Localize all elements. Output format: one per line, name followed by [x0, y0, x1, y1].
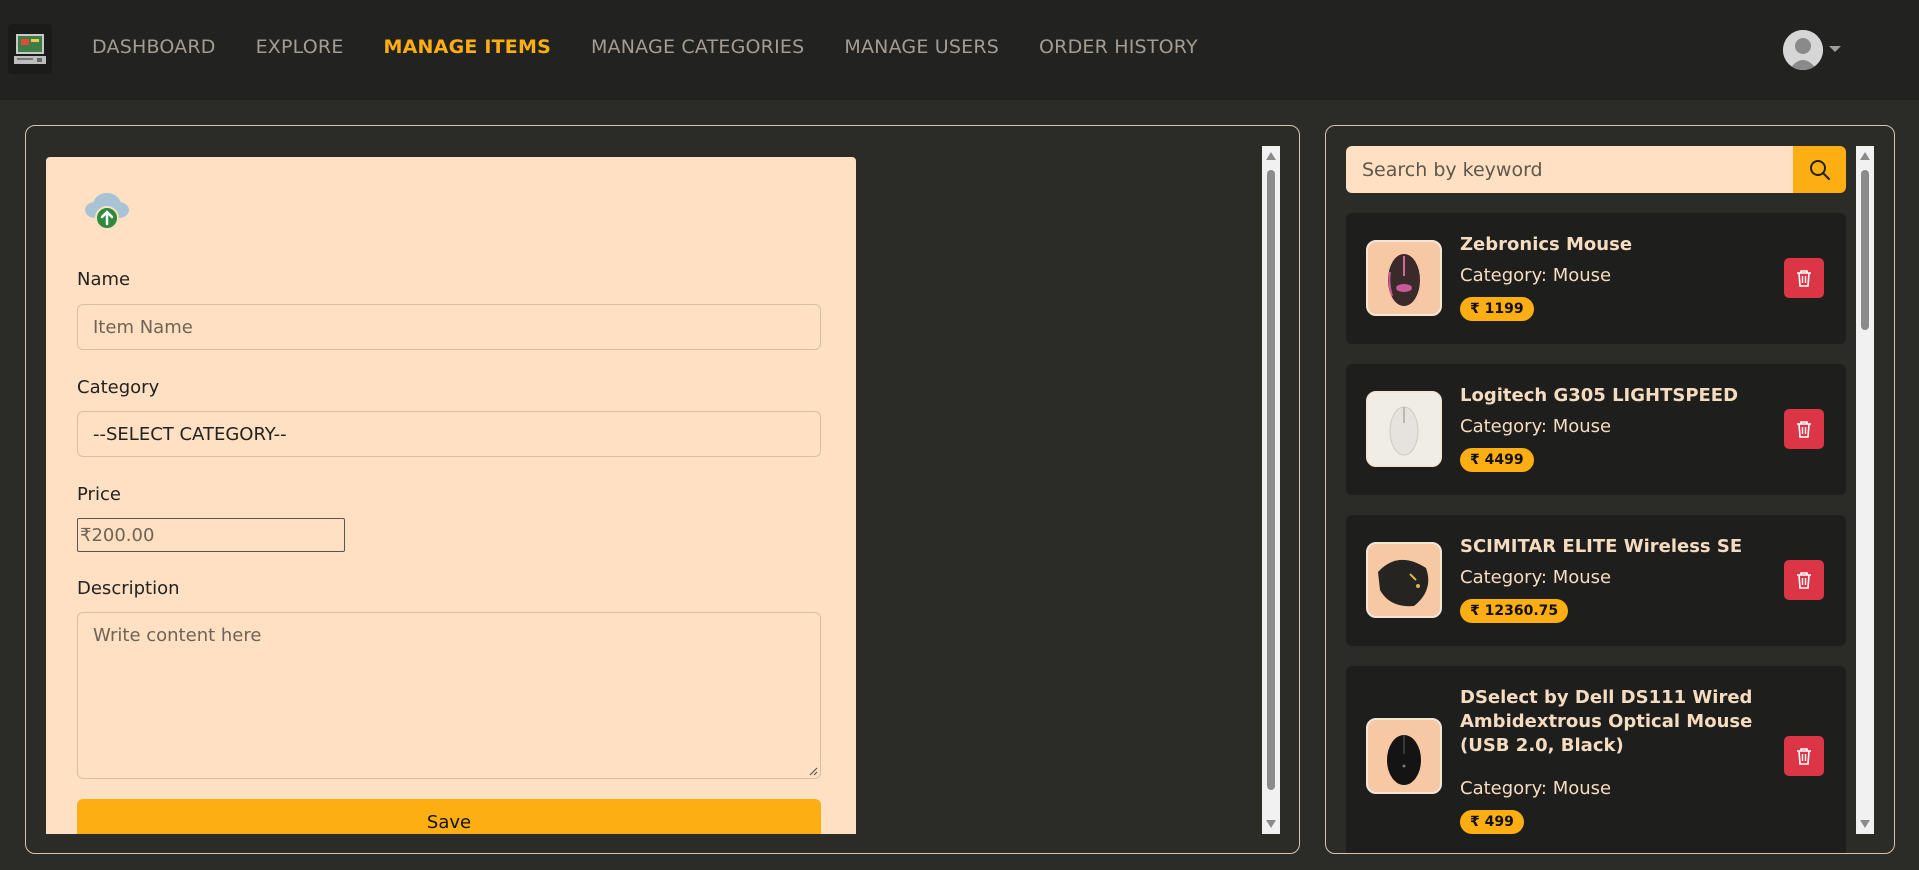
search-icon — [1809, 159, 1830, 180]
category-select[interactable]: --SELECT CATEGORY-- — [77, 411, 821, 457]
item-card[interactable]: SCIMITAR ELITE Wireless SE Category: Mou… — [1346, 515, 1846, 646]
item-thumbnail — [1366, 391, 1442, 467]
item-thumbnail — [1366, 542, 1442, 618]
save-button[interactable]: Save — [77, 799, 821, 834]
form-scrollbar[interactable] — [1262, 146, 1280, 834]
item-card[interactable]: Logitech G305 LIGHTSPEED Category: Mouse… — [1346, 364, 1846, 495]
resize-grip-icon[interactable] — [808, 766, 818, 776]
scrollbar-thumb[interactable] — [1861, 170, 1869, 330]
nav-manage-categories[interactable]: MANAGE CATEGORIES — [591, 36, 804, 58]
scroll-down-arrow-icon[interactable] — [1266, 820, 1276, 828]
item-name: Logitech G305 LIGHTSPEED — [1460, 385, 1739, 406]
item-price-badge: ₹ 499 — [1460, 810, 1524, 834]
navbar: DASHBOARD EXPLORE MANAGE ITEMS MANAGE CA… — [0, 0, 1919, 100]
trash-icon — [1797, 748, 1811, 765]
nav-manage-users[interactable]: MANAGE USERS — [844, 36, 999, 58]
delete-item-button[interactable] — [1784, 409, 1824, 449]
item-thumbnail — [1366, 718, 1442, 794]
user-avatar[interactable] — [1783, 30, 1823, 70]
avatar-dropdown-caret-icon[interactable] — [1829, 46, 1841, 52]
items-list-panel: Zebronics Mouse Category: Mouse ₹ 1199 L… — [1325, 125, 1895, 854]
cloud-upload-icon[interactable] — [82, 185, 132, 231]
scroll-up-arrow-icon[interactable] — [1266, 152, 1276, 160]
computer-logo-icon[interactable] — [8, 24, 52, 74]
mouse-image-icon — [1389, 406, 1419, 456]
item-thumbnail — [1366, 240, 1442, 316]
main-nav: DASHBOARD EXPLORE MANAGE ITEMS MANAGE CA… — [92, 36, 1198, 58]
item-category: Category: Mouse — [1460, 567, 1612, 588]
delete-item-button[interactable] — [1784, 736, 1824, 776]
nav-explore[interactable]: EXPLORE — [256, 36, 344, 58]
mouse-image-icon — [1388, 254, 1420, 306]
item-price-badge: ₹ 1199 — [1460, 297, 1534, 321]
price-input[interactable] — [77, 518, 345, 552]
description-textarea[interactable] — [77, 612, 821, 779]
item-name: SCIMITAR ELITE Wireless SE — [1460, 536, 1743, 557]
description-label: Description — [77, 578, 180, 599]
item-name: DSelect by Dell DS111 Wired Ambidextrous… — [1460, 687, 1753, 756]
item-price-badge: ₹ 12360.75 — [1460, 599, 1569, 623]
mouse-image-icon — [1378, 559, 1429, 607]
scroll-down-arrow-icon[interactable] — [1860, 820, 1870, 828]
scrollbar-thumb[interactable] — [1267, 170, 1275, 790]
category-label: Category — [77, 377, 160, 398]
items-scrollbar[interactable] — [1856, 146, 1874, 834]
search-input[interactable] — [1346, 146, 1793, 193]
item-card[interactable]: DSelect by Dell DS111 Wired Ambidextrous… — [1346, 666, 1846, 853]
name-label: Name — [77, 269, 131, 290]
delete-item-button[interactable] — [1784, 560, 1824, 600]
delete-item-button[interactable] — [1784, 258, 1824, 298]
nav-order-history[interactable]: ORDER HISTORY — [1039, 36, 1198, 58]
search-button[interactable] — [1793, 146, 1846, 193]
price-label: Price — [77, 484, 121, 505]
item-name: Zebronics Mouse — [1460, 234, 1633, 255]
item-name-input[interactable] — [77, 304, 821, 350]
trash-icon — [1797, 572, 1811, 589]
trash-icon — [1797, 421, 1811, 438]
mouse-image-icon — [1387, 735, 1421, 785]
add-item-panel: Name Category --SELECT CATEGORY-- Price … — [25, 125, 1300, 854]
nav-dashboard[interactable]: DASHBOARD — [92, 36, 216, 58]
item-category: Category: Mouse — [1460, 778, 1612, 799]
item-card[interactable]: Zebronics Mouse Category: Mouse ₹ 1199 — [1346, 213, 1846, 344]
item-category: Category: Mouse — [1460, 265, 1612, 286]
search-bar — [1346, 146, 1846, 193]
add-item-form: Name Category --SELECT CATEGORY-- Price … — [46, 157, 856, 834]
user-silhouette-icon — [1783, 30, 1823, 70]
nav-manage-items[interactable]: MANAGE ITEMS — [384, 36, 551, 58]
item-price-badge: ₹ 4499 — [1460, 448, 1534, 472]
scroll-up-arrow-icon[interactable] — [1860, 152, 1870, 160]
item-category: Category: Mouse — [1460, 416, 1612, 437]
trash-icon — [1797, 270, 1811, 287]
